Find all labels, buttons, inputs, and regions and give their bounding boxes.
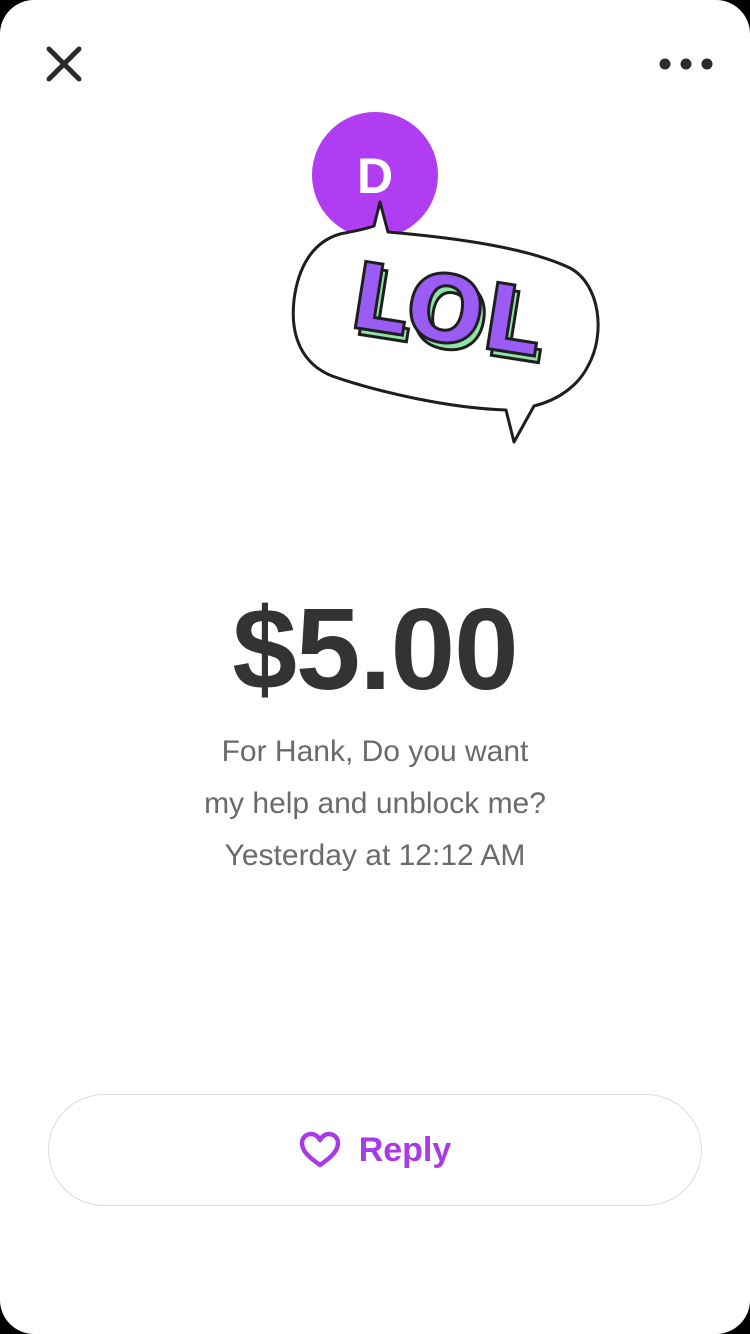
close-button[interactable]	[40, 40, 88, 88]
more-dots-icon	[659, 58, 713, 70]
more-options-button[interactable]	[656, 48, 716, 80]
payment-amount: $5.00	[232, 584, 518, 714]
close-icon	[46, 46, 82, 82]
avatar-initial: D	[356, 148, 394, 204]
reply-label: Reply	[358, 1130, 452, 1169]
payment-detail-screen: D D Payment LOL LOL $5.00 For Hank, Do y…	[0, 0, 750, 1334]
reply-button[interactable]: Reply	[48, 1094, 702, 1206]
payment-note: For Hank, Do you want my help and unbloc…	[0, 726, 750, 882]
lol-sticker: LOL LOL	[291, 200, 600, 444]
heart-icon	[299, 1131, 340, 1168]
payment-timestamp: Yesterday at 12:12 AM	[224, 839, 526, 872]
note-line-1: For Hank, Do you want	[221, 735, 529, 768]
note-line-2: my help and unblock me?	[204, 787, 546, 820]
